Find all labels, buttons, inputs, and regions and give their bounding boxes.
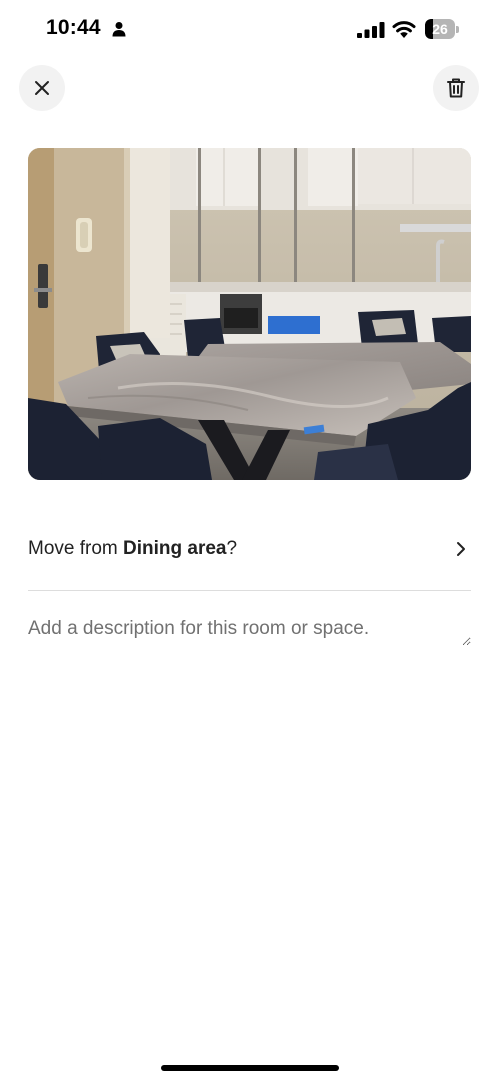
divider: [28, 590, 471, 591]
battery-body: 26: [425, 19, 455, 39]
close-button[interactable]: [19, 65, 65, 111]
move-room-label: Move from Dining area?: [28, 538, 471, 560]
battery-level: 26: [432, 21, 448, 37]
person-icon: [112, 22, 126, 37]
battery-icon: 26: [425, 19, 459, 39]
delete-button[interactable]: [433, 65, 479, 111]
current-room-name: Dining area: [123, 538, 227, 559]
move-suffix: ?: [226, 538, 238, 559]
description-input[interactable]: [28, 618, 471, 646]
wifi-icon: [392, 21, 416, 38]
cellular-signal-icon: [357, 22, 385, 38]
move-prefix: Move from: [28, 538, 124, 559]
status-time: 10:44: [46, 16, 101, 39]
dining-room-photo[interactable]: [28, 148, 471, 480]
close-icon: [35, 81, 49, 95]
move-room-row[interactable]: Move from Dining area?: [28, 518, 471, 580]
battery-cap: [456, 26, 459, 33]
chevron-right-icon: [457, 542, 465, 556]
trash-icon: [447, 78, 465, 98]
home-indicator[interactable]: [161, 1065, 339, 1071]
status-bar: 10:44 26: [0, 0, 499, 60]
